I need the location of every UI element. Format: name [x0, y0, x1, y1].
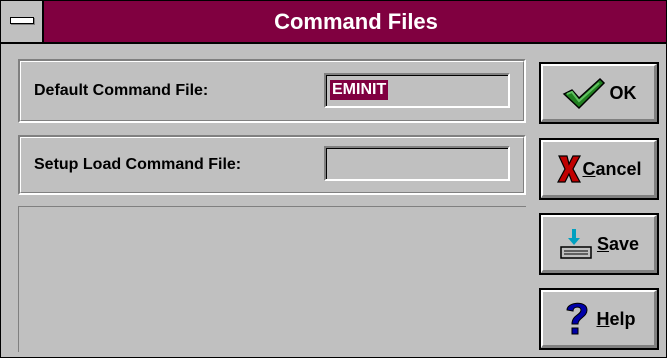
- ok-button[interactable]: OK: [539, 62, 659, 124]
- x-icon: [557, 155, 582, 183]
- setup-load-command-file-row: Setup Load Command File:: [18, 135, 526, 195]
- title-bar: Command Files: [1, 1, 666, 44]
- save-button-label: Save: [596, 233, 640, 254]
- system-menu-icon: [10, 17, 34, 24]
- default-command-file-value: EMINIT: [330, 80, 389, 100]
- lower-panel-area: [18, 206, 526, 352]
- help-button[interactable]: Help: [539, 288, 659, 350]
- cancel-button[interactable]: Cancel: [539, 138, 659, 200]
- default-command-file-label: Default Command File:: [34, 82, 209, 99]
- setup-load-command-file-input[interactable]: [324, 146, 510, 181]
- setup-load-command-file-label: Setup Load Command File:: [34, 156, 242, 173]
- default-command-file-row: Default Command File: EMINIT: [18, 59, 526, 123]
- command-files-dialog: Command Files Default Command File: EMIN…: [0, 0, 667, 358]
- cancel-button-label: Cancel: [582, 158, 642, 179]
- question-icon: [566, 302, 588, 335]
- ok-button-label: OK: [609, 82, 637, 103]
- help-button-label: Help: [596, 308, 636, 329]
- system-menu-button[interactable]: [1, 1, 44, 42]
- save-button[interactable]: Save: [539, 213, 659, 275]
- content-panel: Default Command File: EMINIT Setup Load …: [18, 56, 526, 352]
- window-title: Command Files: [274, 9, 438, 34]
- save-icon: [560, 229, 592, 259]
- checkmark-icon: [562, 77, 605, 110]
- default-command-file-input[interactable]: EMINIT: [324, 73, 510, 108]
